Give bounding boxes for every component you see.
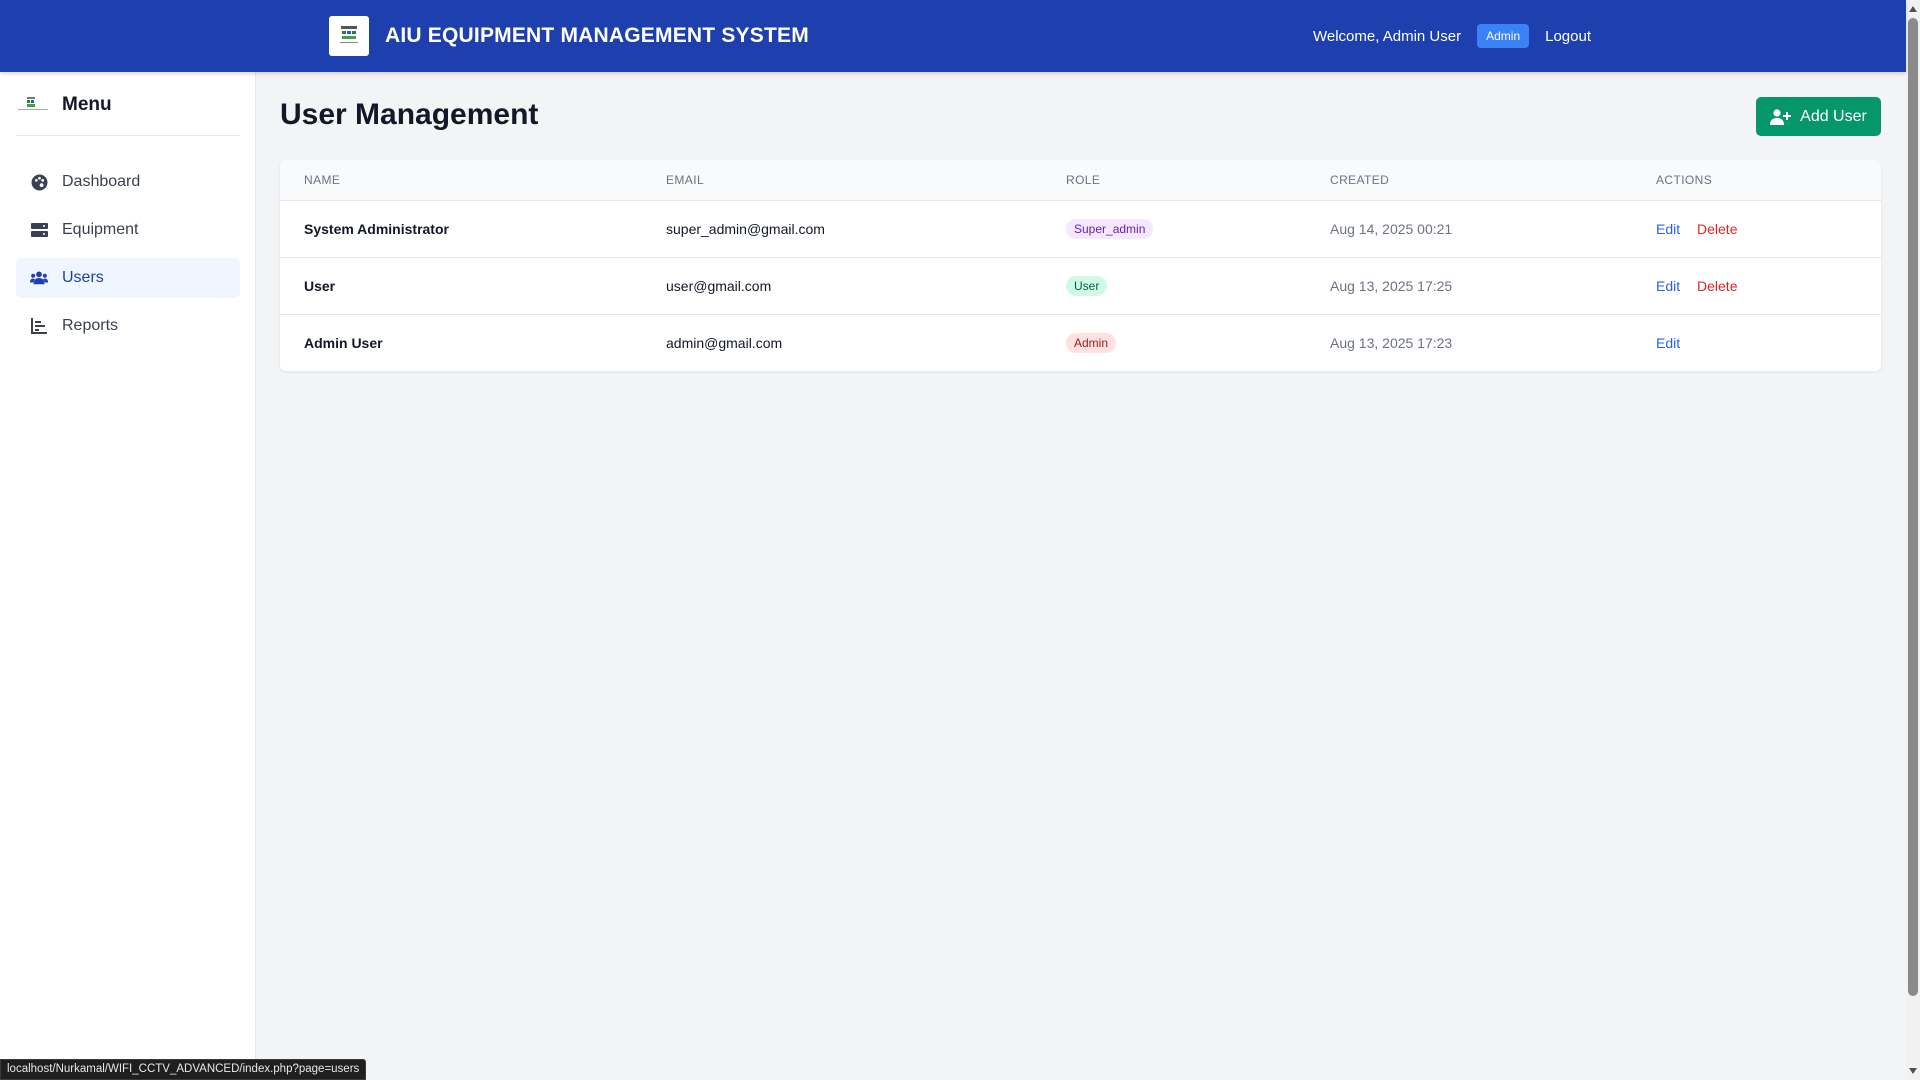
column-header-actions: ACTIONS bbox=[1632, 160, 1881, 201]
delete-link[interactable]: Delete bbox=[1697, 221, 1737, 237]
role-badge: Super_admin bbox=[1066, 218, 1154, 239]
brand[interactable]: AIU EQUIPMENT MANAGEMENT SYSTEM bbox=[329, 16, 809, 56]
sidebar-item-equipment[interactable]: Equipment bbox=[16, 210, 240, 250]
welcome-text: Welcome, Admin User bbox=[1313, 27, 1462, 45]
app-logo bbox=[329, 16, 369, 56]
user-name: Admin User bbox=[304, 334, 383, 351]
scroll-up-arrow[interactable] bbox=[1909, 6, 1917, 12]
role-badge: Admin bbox=[1066, 332, 1117, 353]
edit-link[interactable]: Edit bbox=[1656, 278, 1680, 294]
table-row: User user@gmail.com User Aug 13, 2025 17… bbox=[280, 257, 1881, 315]
sidebar-item-dashboard[interactable]: Dashboard bbox=[16, 162, 240, 202]
column-header-name: NAME bbox=[280, 160, 642, 201]
sidebar-title: Menu bbox=[62, 94, 112, 115]
chart-bar-icon bbox=[30, 317, 48, 335]
created-date: Aug 13, 2025 17:23 bbox=[1330, 334, 1453, 351]
sidebar-logo bbox=[18, 96, 48, 117]
users-icon bbox=[30, 269, 48, 287]
top-navbar: AIU EQUIPMENT MANAGEMENT SYSTEM Welcome,… bbox=[0, 0, 1906, 72]
add-user-label: Add User bbox=[1800, 107, 1867, 125]
created-date: Aug 13, 2025 17:25 bbox=[1306, 257, 1632, 315]
scroll-down-arrow[interactable] bbox=[1909, 1068, 1917, 1074]
role-badge: User bbox=[1066, 275, 1108, 296]
edit-link[interactable]: Edit bbox=[1656, 335, 1680, 351]
column-header-role: ROLE bbox=[1042, 160, 1306, 201]
column-header-created: CREATED bbox=[1306, 160, 1632, 201]
user-name: User bbox=[280, 257, 642, 315]
delete-link[interactable]: Delete bbox=[1697, 278, 1737, 294]
add-user-button[interactable]: Add User bbox=[1756, 97, 1881, 136]
table-header-row: NAME EMAIL ROLE CREATED ACTIONS bbox=[280, 160, 1881, 201]
status-bar-url: localhost/Nurkamal/WIFI_CCTV_ADVANCED/in… bbox=[0, 1059, 367, 1080]
sidebar-item-label: Reports bbox=[62, 317, 119, 334]
table-row: System Administrator super_admin@gmail.c… bbox=[280, 200, 1881, 258]
page-scrollbar[interactable] bbox=[1906, 0, 1920, 1080]
created-date: Aug 14, 2025 00:21 bbox=[1306, 200, 1632, 258]
user-plus-icon bbox=[1770, 108, 1792, 125]
user-email: admin@gmail.com bbox=[666, 334, 783, 351]
page-title: User Management bbox=[280, 98, 539, 131]
sidebar: Menu Dashboard Equipment Users Reports bbox=[0, 72, 256, 1080]
user-name: System Administrator bbox=[280, 200, 642, 258]
edit-link[interactable]: Edit bbox=[1656, 221, 1680, 237]
sidebar-item-label: Dashboard bbox=[62, 173, 141, 190]
table-row: Admin User admin@gmail.com Admin Aug 13,… bbox=[280, 314, 1881, 371]
sidebar-item-label: Users bbox=[62, 269, 104, 286]
sidebar-item-users[interactable]: Users bbox=[16, 258, 240, 298]
sidebar-item-reports[interactable]: Reports bbox=[16, 306, 240, 346]
users-table: NAME EMAIL ROLE CREATED ACTIONS System A… bbox=[280, 160, 1881, 371]
app-title: AIU EQUIPMENT MANAGEMENT SYSTEM bbox=[385, 24, 809, 47]
logout-link[interactable]: Logout bbox=[1545, 28, 1591, 45]
scroll-thumb[interactable] bbox=[1908, 18, 1918, 996]
role-badge: Admin bbox=[1477, 24, 1530, 48]
sidebar-nav: Dashboard Equipment Users Reports bbox=[16, 162, 240, 354]
user-email: super_admin@gmail.com bbox=[642, 200, 1042, 258]
palette-icon bbox=[30, 173, 48, 191]
user-email: user@gmail.com bbox=[642, 257, 1042, 315]
users-table-card: NAME EMAIL ROLE CREATED ACTIONS System A… bbox=[280, 160, 1881, 371]
column-header-email: EMAIL bbox=[642, 160, 1042, 201]
sidebar-header: Menu bbox=[16, 92, 240, 136]
server-icon bbox=[30, 221, 48, 239]
sidebar-item-label: Equipment bbox=[62, 221, 139, 238]
